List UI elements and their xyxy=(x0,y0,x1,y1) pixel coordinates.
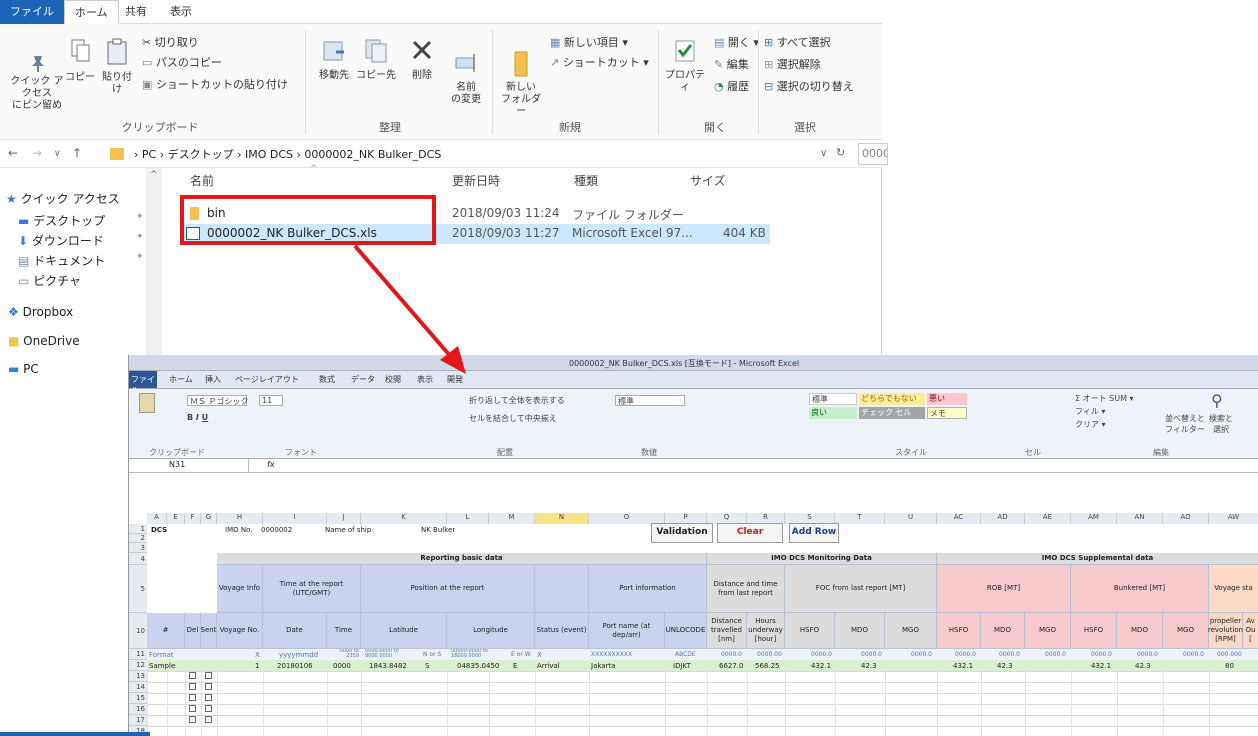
taskbar-strip xyxy=(0,732,150,736)
annotation-arrow xyxy=(353,244,466,374)
